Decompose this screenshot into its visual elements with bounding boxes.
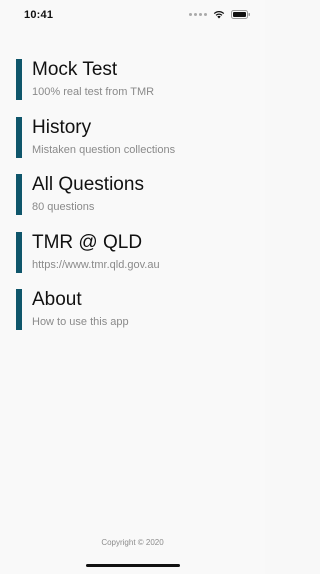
- menu-item-title: History: [32, 116, 92, 138]
- copyright-text: Copyright © 2020: [101, 538, 164, 547]
- menu-item-title: All Questions: [32, 174, 144, 195]
- menu-item-subtitle: 100% real test from TMR: [32, 86, 155, 98]
- menu-item-title: TMR @ QLD: [32, 231, 143, 253]
- status-bar: 10:41: [0, 0, 265, 30]
- battery-icon: [231, 10, 251, 19]
- home-indicator[interactable]: [86, 564, 180, 567]
- menu-item-subtitle: https://www.tmr.qld.gov.au: [32, 258, 160, 271]
- accent-bar: [16, 174, 22, 215]
- wifi-icon: [213, 10, 225, 19]
- signal-icon: [189, 13, 207, 16]
- menu-item-subtitle: How to use this app: [32, 316, 129, 328]
- accent-bar: [16, 289, 22, 330]
- accent-bar: [16, 116, 22, 158]
- menu-item-tmr-qld[interactable]: TMR @ QLD https://www.tmr.qld.gov.au: [16, 231, 249, 273]
- menu-item-subtitle: 80 questions: [32, 201, 95, 213]
- main-menu: Mock Test 100% real test from TMR Histor…: [16, 59, 249, 347]
- app-screen: 10:41 Mock Test 100% real test from TMR …: [0, 0, 265, 574]
- menu-item-subtitle: Mistaken question collections: [32, 143, 176, 156]
- accent-bar: [16, 59, 22, 100]
- menu-item-title: About: [32, 289, 82, 310]
- menu-item-about[interactable]: About How to use this app: [16, 289, 249, 330]
- menu-item-mock-test[interactable]: Mock Test 100% real test from TMR: [16, 59, 249, 100]
- menu-item-history[interactable]: History Mistaken question collections: [16, 116, 249, 158]
- menu-item-all-questions[interactable]: All Questions 80 questions: [16, 174, 249, 215]
- accent-bar: [16, 231, 22, 273]
- status-time: 10:41: [24, 9, 54, 21]
- menu-item-title: Mock Test: [32, 59, 118, 80]
- status-icons: [189, 10, 251, 19]
